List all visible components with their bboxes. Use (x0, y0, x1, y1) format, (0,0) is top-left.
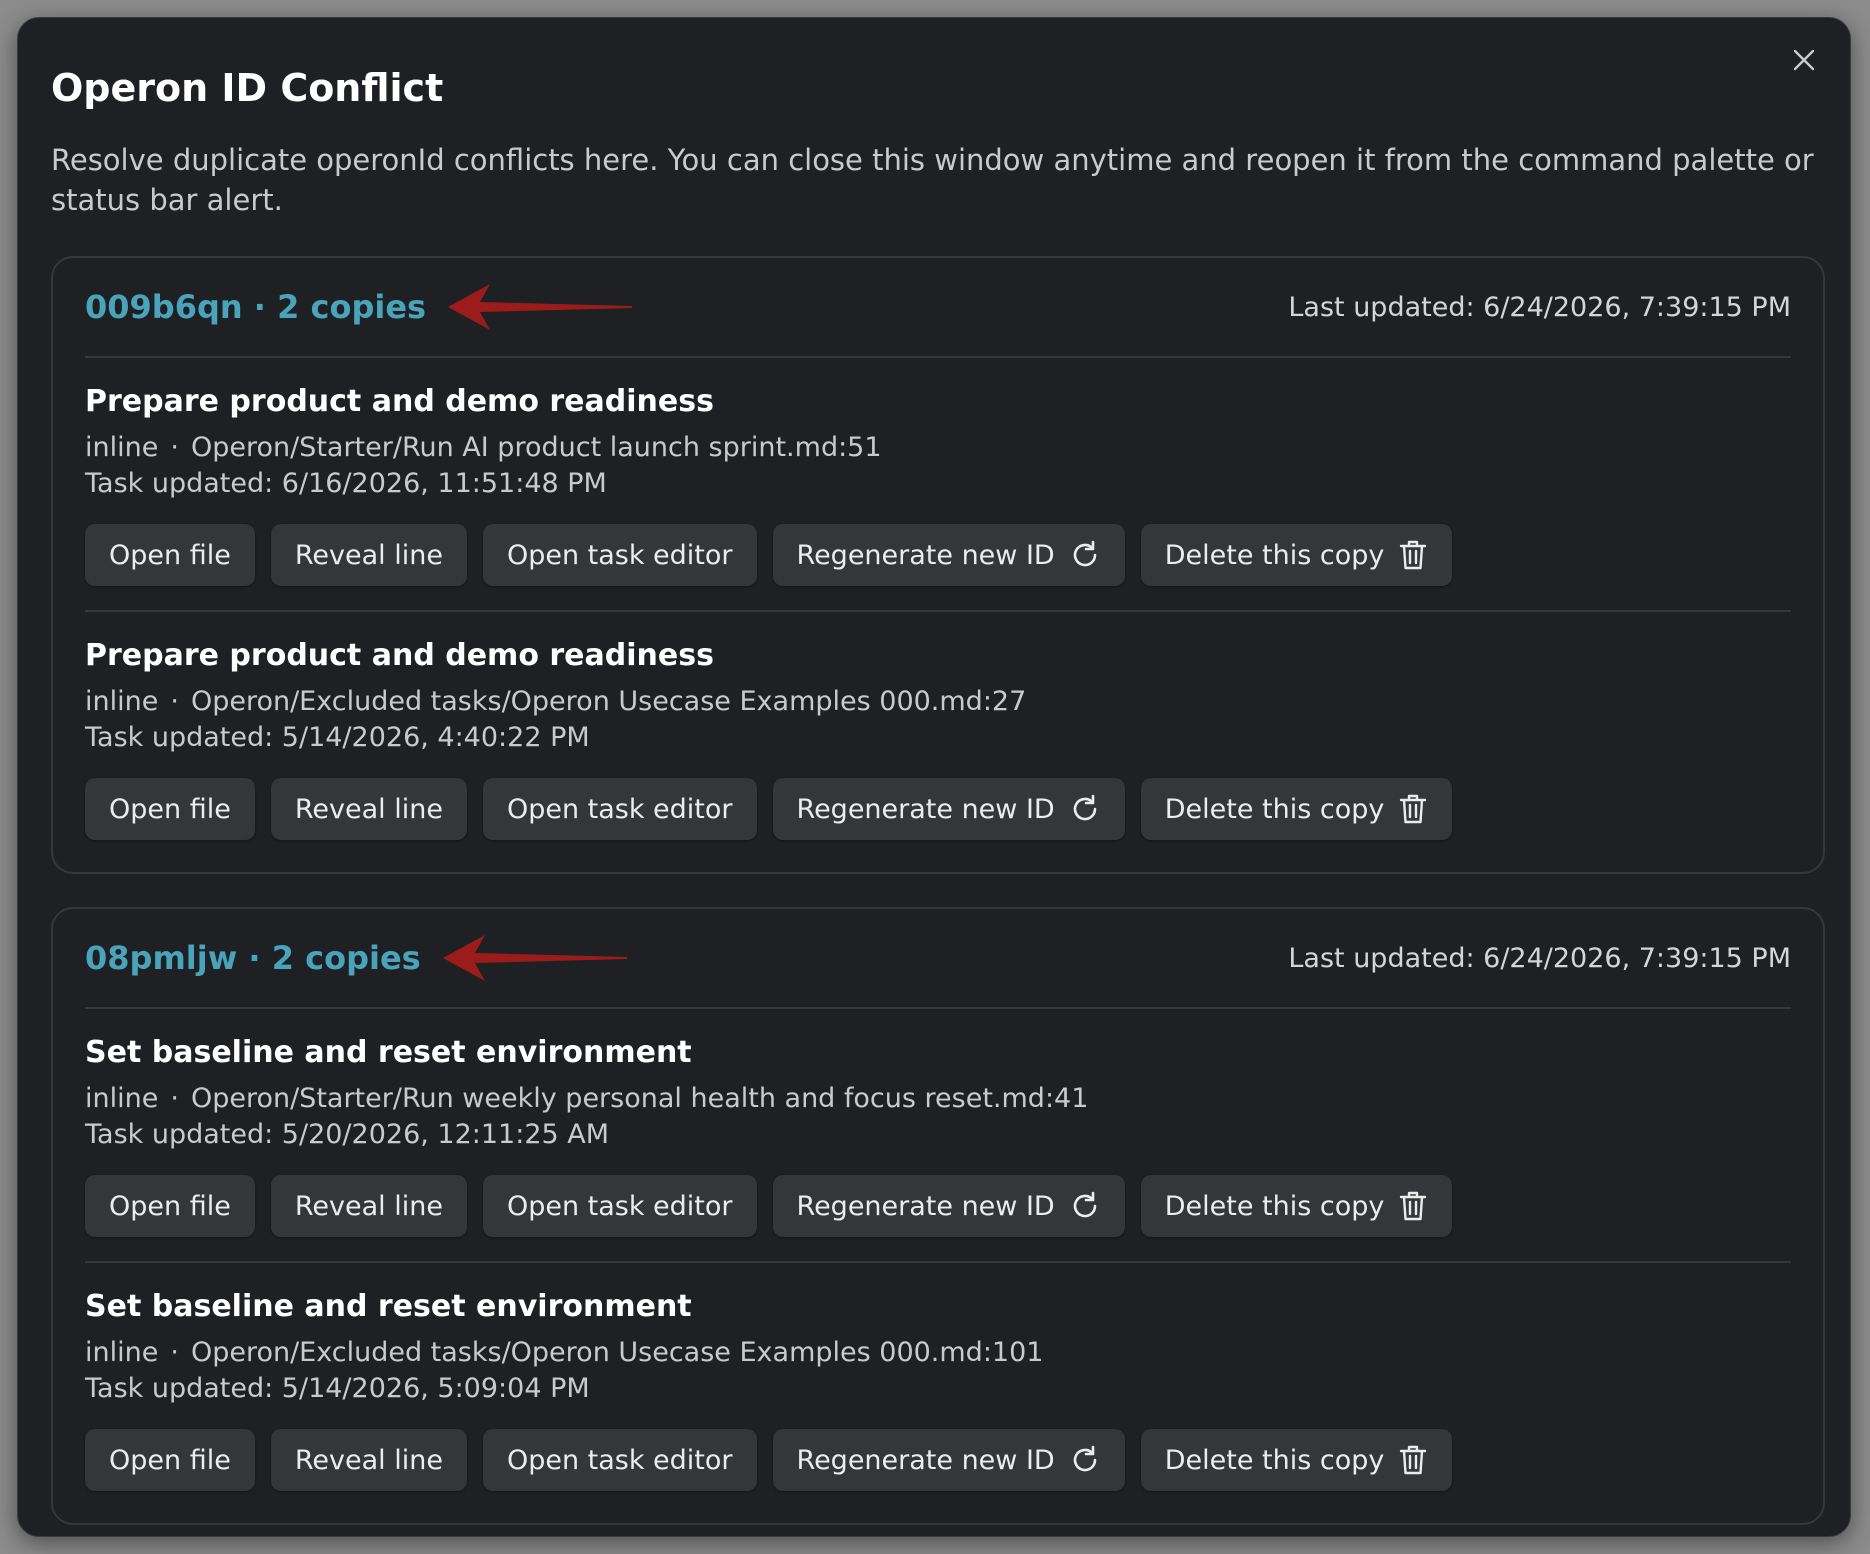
reveal-line-button[interactable]: Reveal line (270, 1429, 467, 1491)
regenerate-id-button[interactable]: Regenerate new ID (772, 778, 1125, 840)
task-title: Set baseline and reset environment (85, 1035, 692, 1070)
conflict-copy: Prepare product and demo readiness inlin… (85, 612, 1791, 872)
dialog-title: Operon ID Conflict (51, 66, 444, 110)
open-file-button[interactable]: Open file (85, 1175, 255, 1237)
button-label: Delete this copy (1164, 539, 1385, 571)
delete-copy-button[interactable]: Delete this copy (1140, 1175, 1453, 1237)
group-header: 08pmljw · 2 copies Last updated: 6/24/20… (85, 909, 1791, 1009)
conflict-dialog: Operon ID Conflict Resolve duplicate ope… (17, 17, 1851, 1537)
task-title: Set baseline and reset environment (85, 1289, 692, 1324)
open-file-button[interactable]: Open file (85, 524, 255, 586)
button-label: Open task editor (506, 1444, 733, 1476)
button-label: Reveal line (294, 1444, 443, 1476)
separator: · (170, 432, 179, 463)
conflict-copy: Set baseline and reset environment inlin… (85, 1009, 1791, 1263)
conflict-copy: Prepare product and demo readiness inlin… (85, 358, 1791, 612)
open-file-button[interactable]: Open file (85, 778, 255, 840)
task-title: Prepare product and demo readiness (85, 384, 714, 419)
open-task-editor-button[interactable]: Open task editor (482, 778, 757, 840)
conflict-id-label[interactable]: 009b6qn · 2 copies (85, 287, 426, 327)
button-label: Reveal line (294, 793, 443, 825)
button-label: Open task editor (506, 539, 733, 571)
button-label: Regenerate new ID (796, 539, 1055, 571)
close-button[interactable] (1780, 36, 1828, 84)
copy-actions: Open file Reveal line Open task editor R… (85, 1429, 1791, 1491)
button-label: Open file (109, 793, 231, 825)
button-label: Regenerate new ID (796, 1190, 1055, 1222)
conflict-group: 08pmljw · 2 copies Last updated: 6/24/20… (51, 907, 1825, 1525)
refresh-icon (1069, 1190, 1101, 1222)
task-kind: inline (85, 686, 159, 717)
conflict-group: 009b6qn · 2 copies Last updated: 6/24/20… (51, 256, 1825, 874)
task-updated: Task updated: 6/16/2026, 11:51:48 PM (85, 468, 607, 499)
annotation-arrow-icon (442, 935, 627, 981)
regenerate-id-button[interactable]: Regenerate new ID (772, 1429, 1125, 1491)
separator: · (170, 1083, 179, 1114)
task-path: Operon/Excluded tasks/Operon Usecase Exa… (190, 1337, 1044, 1368)
refresh-icon (1069, 1444, 1101, 1476)
separator: · (170, 1337, 179, 1368)
button-label: Open file (109, 539, 231, 571)
reveal-line-button[interactable]: Reveal line (270, 524, 467, 586)
refresh-icon (1069, 539, 1101, 571)
button-label: Regenerate new ID (796, 793, 1055, 825)
delete-copy-button[interactable]: Delete this copy (1140, 778, 1453, 840)
reveal-line-button[interactable]: Reveal line (270, 778, 467, 840)
task-updated: Task updated: 5/14/2026, 4:40:22 PM (85, 722, 590, 753)
task-path: Operon/Excluded tasks/Operon Usecase Exa… (190, 686, 1027, 717)
task-location: inline · Operon/Excluded tasks/Operon Usec… (85, 1335, 1791, 1371)
trash-icon (1398, 1444, 1428, 1476)
trash-icon (1398, 1190, 1428, 1222)
copy-actions: Open file Reveal line Open task editor R… (85, 1175, 1791, 1237)
task-kind: inline (85, 1337, 159, 1368)
button-label: Delete this copy (1164, 1190, 1385, 1222)
open-file-button[interactable]: Open file (85, 1429, 255, 1491)
task-location: inline · Operon/Starter/Run AI product lau… (85, 430, 1791, 466)
close-icon (1793, 49, 1815, 71)
button-label: Regenerate new ID (796, 1444, 1055, 1476)
task-location: inline · Operon/Starter/Run weekly persona… (85, 1081, 1791, 1117)
open-task-editor-button[interactable]: Open task editor (482, 1175, 757, 1237)
task-title: Prepare product and demo readiness (85, 638, 714, 673)
delete-copy-button[interactable]: Delete this copy (1140, 1429, 1453, 1491)
task-kind: inline (85, 1083, 159, 1114)
separator: · (170, 686, 179, 717)
open-task-editor-button[interactable]: Open task editor (482, 1429, 757, 1491)
button-label: Open task editor (506, 1190, 733, 1222)
button-label: Open file (109, 1444, 231, 1476)
task-updated: Task updated: 5/14/2026, 5:09:04 PM (85, 1373, 590, 1404)
task-path: Operon/Starter/Run weekly personal healt… (190, 1083, 1089, 1114)
trash-icon (1398, 539, 1428, 571)
button-label: Reveal line (294, 539, 443, 571)
conflict-copy: Set baseline and reset environment inlin… (85, 1263, 1791, 1523)
group-header: 009b6qn · 2 copies Last updated: 6/24/20… (85, 258, 1791, 358)
task-updated: Task updated: 5/20/2026, 12:11:25 AM (85, 1119, 610, 1150)
copy-actions: Open file Reveal line Open task editor R… (85, 778, 1791, 840)
regenerate-id-button[interactable]: Regenerate new ID (772, 524, 1125, 586)
last-updated: Last updated: 6/24/2026, 7:39:15 PM (1288, 291, 1791, 323)
open-task-editor-button[interactable]: Open task editor (482, 524, 757, 586)
task-location: inline · Operon/Excluded tasks/Operon Usec… (85, 684, 1791, 720)
refresh-icon (1069, 793, 1101, 825)
button-label: Delete this copy (1164, 1444, 1385, 1476)
trash-icon (1398, 793, 1428, 825)
last-updated: Last updated: 6/24/2026, 7:39:15 PM (1288, 942, 1791, 974)
delete-copy-button[interactable]: Delete this copy (1140, 524, 1453, 586)
reveal-line-button[interactable]: Reveal line (270, 1175, 467, 1237)
task-path: Operon/Starter/Run AI product launch spr… (190, 432, 882, 463)
button-label: Delete this copy (1164, 793, 1385, 825)
task-kind: inline (85, 432, 159, 463)
annotation-arrow-icon (448, 284, 633, 330)
dialog-description: Resolve duplicate operonId conflicts her… (51, 143, 1814, 217)
button-label: Open task editor (506, 793, 733, 825)
button-label: Open file (109, 1190, 231, 1222)
regenerate-id-button[interactable]: Regenerate new ID (772, 1175, 1125, 1237)
button-label: Reveal line (294, 1190, 443, 1222)
copy-actions: Open file Reveal line Open task editor R… (85, 524, 1791, 586)
conflict-id-label[interactable]: 08pmljw · 2 copies (85, 938, 421, 978)
